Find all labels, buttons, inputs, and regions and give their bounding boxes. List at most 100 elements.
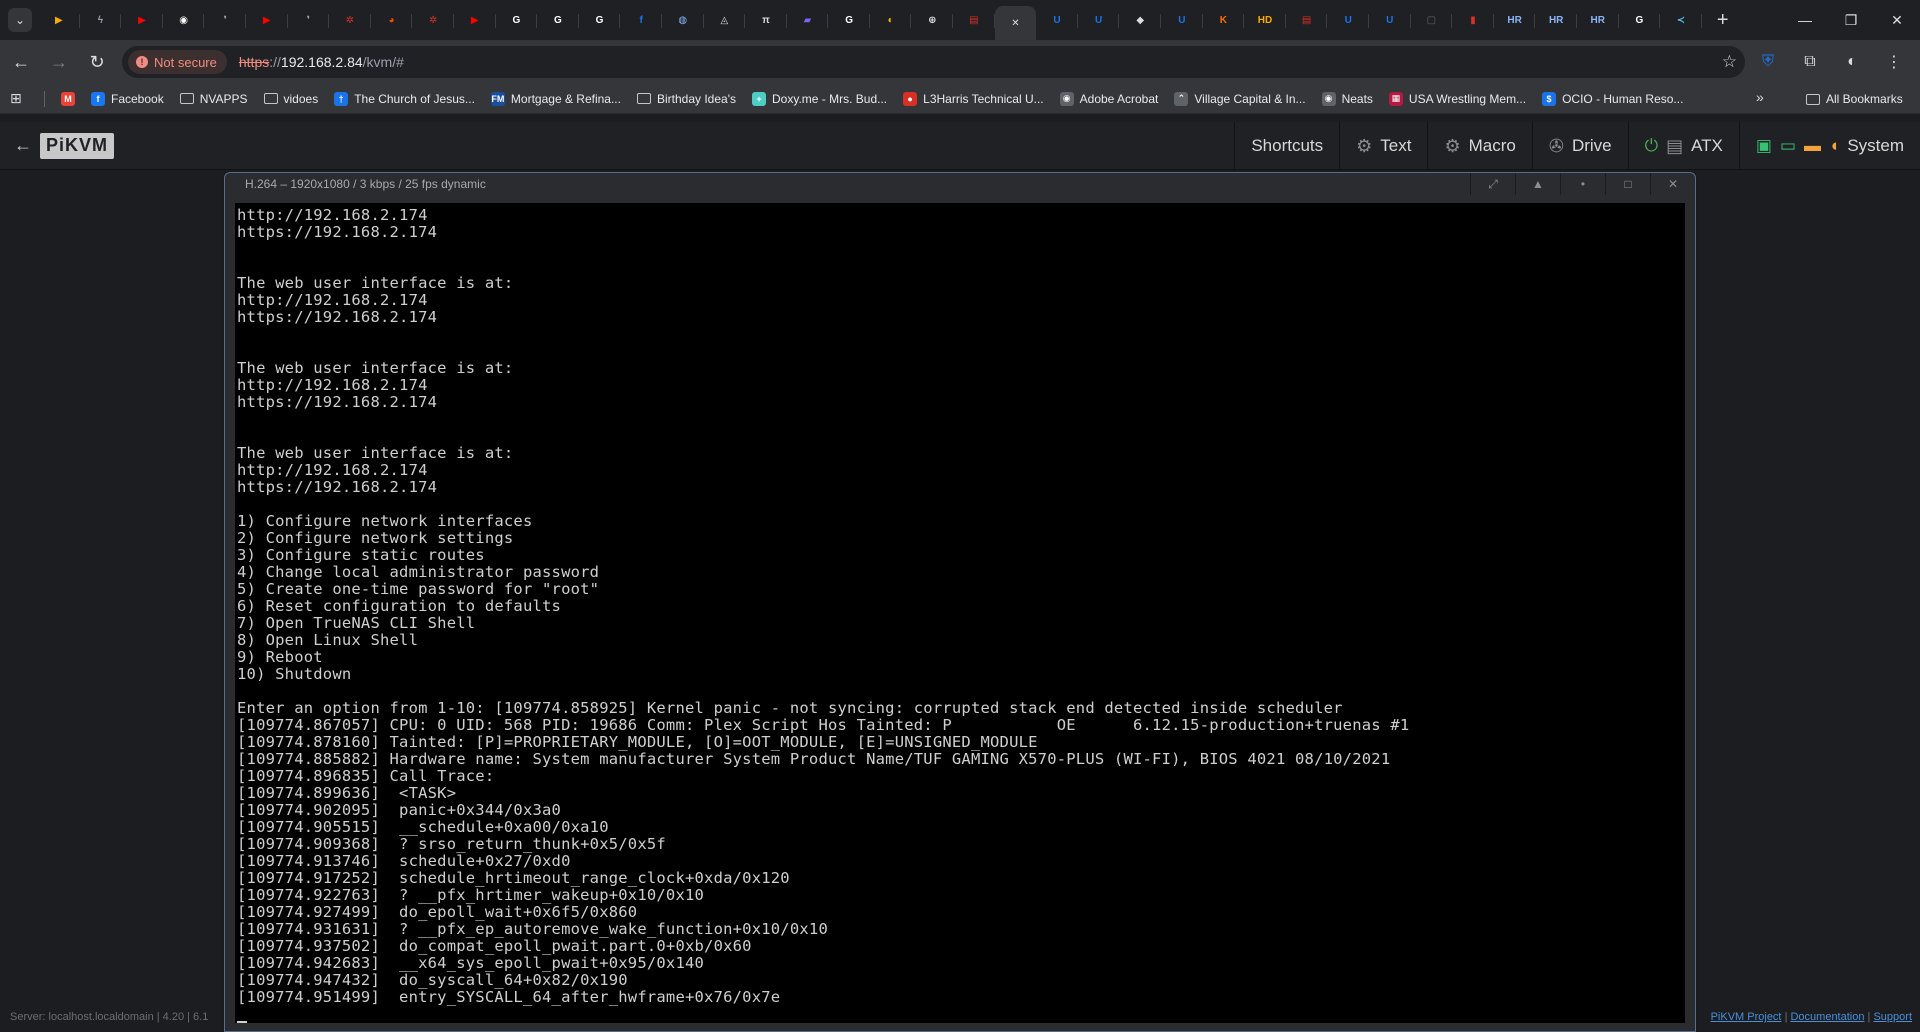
browser-tab[interactable]: f — [620, 4, 662, 36]
bookmark-item[interactable]: f Facebook — [83, 87, 172, 111]
bookmark-label: Doxy.me - Mrs. Bud... — [772, 91, 888, 106]
browser-tab[interactable]: ◕ — [371, 4, 413, 36]
browser-tab[interactable]: G — [828, 4, 870, 36]
browser-tab[interactable]: ≺ — [1660, 4, 1702, 36]
browser-tab[interactable]: ▶ — [246, 4, 288, 36]
kebab-menu-icon[interactable]: ⋮ — [1878, 46, 1910, 78]
menu-atx[interactable]: ⏻ ▤ ATX — [1627, 122, 1739, 170]
browser-tab[interactable]: ◍ — [662, 4, 704, 36]
browser-tab[interactable]: G — [1619, 4, 1661, 36]
menu-system[interactable]: ▣ ▭ ▬ ◖ System — [1738, 122, 1920, 170]
bookmark-item[interactable]: † The Church of Jesus... — [326, 87, 483, 111]
support-link[interactable]: Support — [1873, 1011, 1912, 1023]
url-text[interactable]: https://192.168.2.84/kvm/# — [239, 54, 404, 70]
tab-search-button[interactable]: ⌄ — [8, 8, 32, 32]
browser-tab[interactable]: HR — [1494, 4, 1536, 36]
menu-shortcuts[interactable]: Shortcuts — [1234, 122, 1339, 170]
bitwarden-extension-icon[interactable]: ⛨ — [1752, 46, 1784, 78]
menu-drive[interactable]: ✇ Drive — [1531, 122, 1628, 170]
browser-tab[interactable]: U — [1036, 4, 1078, 36]
browser-tab[interactable]: ▤ — [1286, 4, 1328, 36]
browser-tab[interactable]: ✲ — [329, 4, 371, 36]
pikvm-logo[interactable]: PiKVM — [40, 132, 115, 159]
bookmark-item[interactable]: vidoes — [256, 87, 327, 111]
browser-tab[interactable]: G — [579, 4, 621, 36]
browser-tab[interactable]: G — [537, 4, 579, 36]
documentation-link[interactable]: Documentation — [1790, 1011, 1864, 1023]
browser-tab[interactable]: U — [1327, 4, 1369, 36]
browser-tab[interactable]: HR — [1535, 4, 1577, 36]
browser-tab[interactable]: K — [1203, 4, 1245, 36]
browser-tab[interactable]: U — [1161, 4, 1203, 36]
bookmark-item[interactable]: Birthday Idea's — [629, 87, 744, 111]
close-window-button[interactable]: ✕ — [1874, 0, 1920, 40]
menu-text[interactable]: ⚙ Text — [1339, 122, 1427, 170]
back-arrow-icon[interactable]: ← — [14, 135, 32, 156]
remote-screen[interactable]: http://192.168.2.174 https://192.168.2.17… — [235, 203, 1685, 1023]
bookmark-item[interactable]: + Doxy.me - Mrs. Bud... — [744, 87, 895, 111]
browser-tab[interactable]: ▶ — [454, 4, 496, 36]
browser-tab[interactable]: ◐ — [870, 4, 912, 36]
browser-tab[interactable]: ✲ — [412, 4, 454, 36]
address-bar[interactable]: ! Not secure https://192.168.2.84/kvm/# … — [122, 46, 1745, 78]
security-chip[interactable]: ! Not secure — [128, 50, 227, 74]
resize-icon[interactable]: ⤢ — [1470, 173, 1515, 195]
restore-button[interactable]: ❐ — [1828, 0, 1874, 40]
profile-avatar-icon[interactable]: ◐ — [1836, 46, 1868, 78]
browser-tab[interactable]: ▰ — [787, 4, 829, 36]
minimize-button[interactable]: — — [1782, 0, 1828, 40]
bookmark-star-icon[interactable]: ☆ — [1722, 52, 1737, 72]
server-info: Server: localhost.localdomain | 4.20 | 6… — [10, 1011, 209, 1023]
full-screen-icon[interactable]: ▲ — [1515, 173, 1560, 195]
browser-tab[interactable]: ◆ — [1119, 4, 1161, 36]
browser-tab[interactable]: ϟ — [80, 4, 122, 36]
all-bookmarks-button[interactable]: All Bookmarks — [1806, 87, 1903, 111]
apps-grid-icon[interactable]: ⊞ — [10, 90, 40, 107]
pikvm-project-link[interactable]: PiKVM Project — [1711, 1011, 1782, 1023]
reload-button[interactable]: ↻ — [80, 45, 114, 79]
bookmark-item[interactable]: ◉ Neats — [1314, 87, 1381, 111]
bookmark-item[interactable]: ▦ USA Wrestling Mem... — [1381, 87, 1534, 111]
back-button[interactable]: ← — [4, 45, 38, 79]
bookmark-item[interactable]: $ OCIO - Human Reso... — [1534, 87, 1691, 111]
stream-header[interactable]: H.264 – 1920x1080 / 3 kbps / 25 fps dyna… — [225, 173, 1695, 195]
browser-tab[interactable]: HD — [1244, 4, 1286, 36]
maximize-icon[interactable]: □ — [1605, 173, 1650, 195]
close-icon[interactable]: ✕ — [1007, 15, 1023, 31]
bookmark-item[interactable]: ● L3Harris Technical U... — [895, 87, 1052, 111]
browser-tab[interactable]: π — [745, 4, 787, 36]
bookmark-item[interactable]: ◉ Adobe Acrobat — [1052, 87, 1167, 111]
browser-tab[interactable]: ◬ — [704, 4, 746, 36]
browser-tab[interactable]: ⊕ — [911, 4, 953, 36]
browser-tab[interactable]: ▶ — [121, 4, 163, 36]
menu-macro[interactable]: ⚙ Macro — [1427, 122, 1531, 170]
terminal-line: https://192.168.2.174 — [237, 308, 438, 326]
new-tab-button[interactable]: + — [1708, 5, 1738, 35]
bookmark-item[interactable]: M — [53, 87, 83, 111]
forward-button[interactable]: → — [42, 45, 76, 79]
bookmark-item[interactable]: ⌃ Village Capital & In... — [1166, 87, 1313, 111]
browser-tab[interactable]: ▤ — [953, 4, 995, 36]
extensions-puzzle-icon[interactable]: ⧉ — [1794, 46, 1826, 78]
bookmark-item[interactable]: NVAPPS — [172, 87, 256, 111]
browser-tab[interactable]: U — [1369, 4, 1411, 36]
close-icon[interactable]: ✕ — [1650, 173, 1695, 195]
browser-tab[interactable]: U — [1078, 4, 1120, 36]
browser-tab[interactable]: HR — [1577, 4, 1619, 36]
browser-tab[interactable]: ▢ — [1411, 4, 1453, 36]
terminal-line: http://192.168.2.174 — [237, 291, 428, 309]
gear-red-icon: ✲ — [345, 14, 355, 26]
tab-active[interactable]: ✕ — [994, 6, 1037, 40]
browser-tab[interactable]: ◉ — [163, 4, 205, 36]
browser-tab[interactable]: ▮ — [1452, 4, 1494, 36]
browser-tab[interactable]: ❜ — [288, 4, 330, 36]
bookmark-item[interactable]: FM Mortgage & Refina... — [483, 87, 629, 111]
screenshot-icon[interactable]: • — [1560, 173, 1605, 195]
footer-separator: | — [1867, 1011, 1871, 1023]
browser-tab[interactable]: ❜ — [204, 4, 246, 36]
more-bookmarks-icon[interactable]: » — [1756, 89, 1764, 105]
tab-list: ▶ ϟ ▶ ◉ ❜ ▶ ❜ ✲ ◕ ✲ ▶ G G Gf ◍ ◬ π ▰ G ◐ ⊕ ▤ ✕ U U ◆ U K HD ▤ U U ▢ ▮ HR HR… — [38, 0, 1702, 40]
terminal-line: 10) Shutdown — [237, 665, 352, 683]
browser-tab[interactable]: G — [496, 4, 538, 36]
browser-tab[interactable]: ▶ — [38, 4, 80, 36]
